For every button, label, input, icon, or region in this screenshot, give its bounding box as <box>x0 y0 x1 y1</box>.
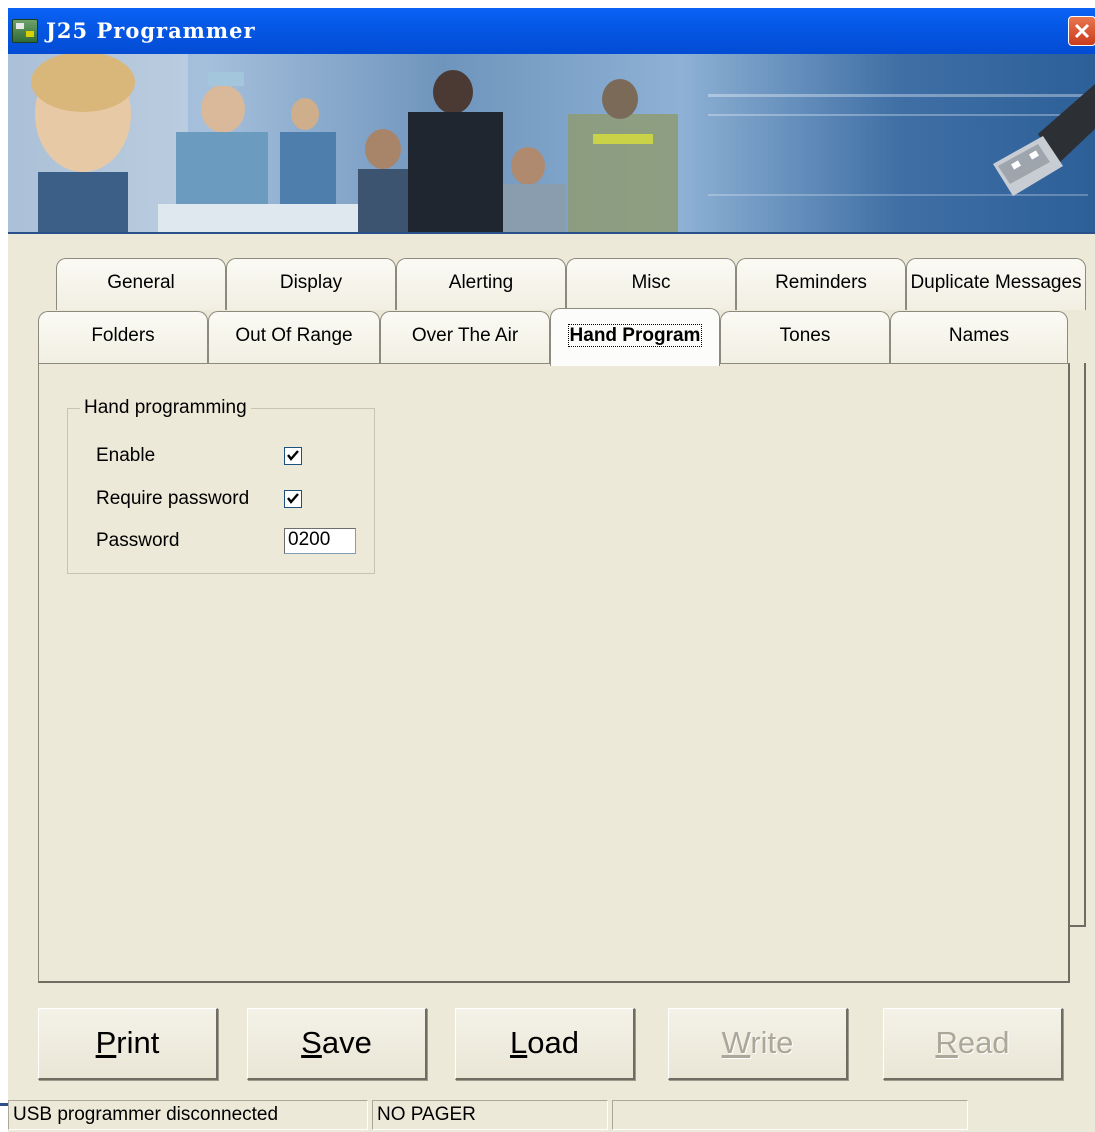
title-bar[interactable]: J25 Programmer <box>8 8 1095 54</box>
tab-display[interactable]: Display <box>226 258 396 310</box>
tab-over-the-air[interactable]: Over The Air <box>380 311 550 365</box>
tab-duplicate-messages[interactable]: Duplicate Messages <box>906 258 1086 310</box>
load-button[interactable]: Load <box>455 1008 635 1080</box>
tab-hand-program[interactable]: Hand Program <box>550 308 720 366</box>
status-pager: NO PAGER <box>372 1100 608 1130</box>
tab-alerting[interactable]: Alerting <box>396 258 566 310</box>
password-input[interactable]: 0200 <box>284 528 356 554</box>
close-button[interactable] <box>1068 16 1095 46</box>
group-title: Hand programming <box>80 397 251 419</box>
banner-divider <box>8 232 1095 234</box>
close-icon <box>1074 23 1090 39</box>
tab-panel-edge <box>1070 363 1086 927</box>
tab-names[interactable]: Names <box>890 311 1068 365</box>
save-button[interactable]: Save <box>247 1008 427 1080</box>
enable-label: Enable <box>96 445 156 466</box>
banner-photo-collage <box>8 54 1095 234</box>
password-label: Password <box>96 530 180 551</box>
write-button[interactable]: Write <box>668 1008 848 1080</box>
checkmark-icon <box>287 450 299 461</box>
hand-programming-group: Hand programming Enable Require password… <box>67 397 375 574</box>
require-password-label: Require password <box>96 488 250 509</box>
tab-tones[interactable]: Tones <box>720 311 890 365</box>
require-password-checkbox[interactable] <box>284 490 302 508</box>
window-edge-mark <box>0 1103 8 1106</box>
header-banner <box>8 54 1095 234</box>
status-connection: USB programmer disconnected <box>8 1100 368 1130</box>
tab-folders[interactable]: Folders <box>38 311 208 365</box>
status-extra <box>612 1100 968 1130</box>
read-button[interactable]: Read <box>883 1008 1063 1080</box>
print-button[interactable]: Print <box>38 1008 218 1080</box>
tab-misc[interactable]: Misc <box>566 258 736 310</box>
checkmark-icon <box>287 493 299 504</box>
window-title: J25 Programmer <box>46 18 256 43</box>
tab-out-of-range[interactable]: Out Of Range <box>208 311 380 365</box>
app-icon[interactable] <box>12 19 38 43</box>
usb-connector-icon <box>993 84 1095 196</box>
enable-checkbox[interactable] <box>284 447 302 465</box>
status-bar: USB programmer disconnected NO PAGER <box>8 1096 1095 1132</box>
tab-reminders[interactable]: Reminders <box>736 258 906 310</box>
app-window: J25 Programmer General Display Alerting … <box>8 8 1095 1132</box>
tab-panel-hand-program: Hand programming Enable Require password… <box>38 363 1070 983</box>
tab-general[interactable]: General <box>56 258 226 310</box>
